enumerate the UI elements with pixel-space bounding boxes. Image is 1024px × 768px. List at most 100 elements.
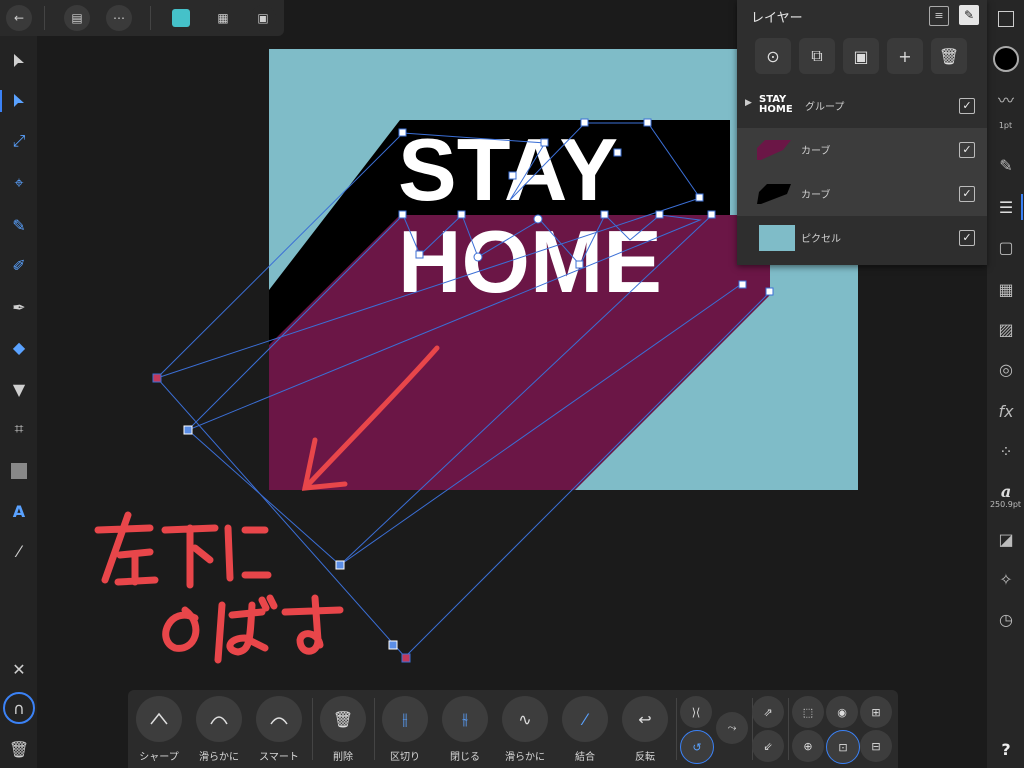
transparency-tool[interactable]: ▼ xyxy=(6,376,32,402)
styles-panel-button[interactable]: ▦ xyxy=(993,276,1019,302)
select-bounds-button[interactable]: ◉ xyxy=(826,696,858,728)
shape-tool[interactable] xyxy=(6,458,32,484)
shrink-selection-button[interactable]: ⊟ xyxy=(860,730,892,762)
pixel-persona-button[interactable]: ▦ xyxy=(210,5,236,31)
reverse-curve-button[interactable]: ↩ 反転 xyxy=(620,696,670,763)
crosshair-icon: ⊕ xyxy=(803,739,813,753)
transform-mode-button[interactable]: ↺ xyxy=(680,730,714,764)
fx-panel-button[interactable]: fx xyxy=(993,398,1019,424)
selected-node[interactable] xyxy=(401,653,411,663)
layers-panel-title: レイヤー xyxy=(751,11,803,26)
export-persona-button[interactable]: ▣ xyxy=(250,5,276,31)
join-curves-button[interactable]: ⁄ 結合 xyxy=(560,696,610,763)
grid-icon: ▦ xyxy=(998,279,1014,299)
layers-panel-button[interactable]: ☰ xyxy=(993,194,1019,220)
trash-icon: 🗑 xyxy=(332,709,354,729)
select-frame-button[interactable]: ⊡ xyxy=(826,730,860,764)
document-button[interactable]: ▤ xyxy=(64,5,90,31)
symbols-panel-button[interactable]: ⁘ xyxy=(993,438,1019,464)
navigator-panel-button[interactable]: ✧ xyxy=(993,566,1019,592)
smooth-button[interactable]: 滑らかに xyxy=(194,696,244,763)
vector-brush-tool[interactable]: ✒ xyxy=(6,294,32,320)
help-button[interactable]: ? xyxy=(993,736,1019,762)
mask-layer-button[interactable]: ▣ xyxy=(843,38,879,74)
layer-options-button[interactable]: ⊙ xyxy=(755,38,791,74)
mask-icon: ▣ xyxy=(853,46,869,66)
adjustments-panel-button[interactable]: ◎ xyxy=(993,356,1019,382)
layer-row-pixel[interactable]: ピクセル ✓ xyxy=(737,216,987,260)
pen-tool[interactable]: ✎ xyxy=(6,212,32,238)
add-layer-button[interactable]: + xyxy=(887,38,923,74)
reverse-icon: ↩ xyxy=(638,709,652,729)
close-curve-button[interactable]: ⫳ 閉じる xyxy=(440,696,490,763)
node-handle[interactable] xyxy=(183,425,193,435)
effects-panel-button[interactable]: ▢ xyxy=(993,234,1019,260)
pin-panel-button[interactable]: ✎ xyxy=(959,5,979,25)
cancel-button[interactable]: ✕ xyxy=(6,656,32,682)
back-button[interactable]: ← xyxy=(6,5,32,31)
alignment-mode-button[interactable]: ⤳ xyxy=(716,712,748,744)
snapping-button[interactable]: ∩ xyxy=(3,692,35,724)
close-label: 閉じる xyxy=(450,752,480,763)
node-handle[interactable] xyxy=(388,640,398,650)
node-handle[interactable] xyxy=(335,560,345,570)
color-picker-tool[interactable]: ⁄ xyxy=(6,538,32,564)
visibility-checkbox[interactable]: ✓ xyxy=(959,186,975,202)
smooth-label: 滑らかに xyxy=(199,752,239,763)
select-all-nodes-button[interactable]: ⬚ xyxy=(792,696,824,728)
break-curve-button[interactable]: ⫲ 区切り xyxy=(380,696,430,763)
layer-row-group[interactable]: ▶ STAY HOME グループ ✓ xyxy=(737,84,987,128)
layer-name: グループ xyxy=(805,102,845,113)
point-transform-tool[interactable]: ⤢ xyxy=(6,128,32,154)
layer-name: カーブ xyxy=(801,190,831,201)
smart-button[interactable]: スマート xyxy=(254,696,304,763)
layers-stack-icon: ⧉ xyxy=(811,46,823,65)
snap-mode-button[interactable]: ⟩⟨ xyxy=(680,696,712,728)
transform-panel-button[interactable]: ◪ xyxy=(993,526,1019,552)
selected-node[interactable] xyxy=(152,373,162,383)
visibility-checkbox[interactable]: ✓ xyxy=(959,230,975,246)
context-toolbar: シャープ 滑らかに スマート 🗑 削除 ⫲ 区切り ⫳ 閉じる ∿ 滑らかに ⁄… xyxy=(128,690,898,768)
pixel-grid-icon: ▦ xyxy=(217,11,229,25)
node-corner-mode-button[interactable]: ⇙ xyxy=(752,730,784,762)
text-tool[interactable]: A xyxy=(6,498,32,524)
select-center-button[interactable]: ⊕ xyxy=(792,730,824,762)
brushes-panel-button[interactable]: ✎ xyxy=(993,152,1019,178)
delete-button[interactable]: 🗑 xyxy=(6,736,32,762)
color-button[interactable] xyxy=(993,46,1019,72)
plus-icon: + xyxy=(898,46,912,66)
image-panel-button[interactable]: ▨ xyxy=(993,316,1019,342)
sharp-button[interactable]: シャープ xyxy=(134,696,184,763)
corner-tool[interactable]: ⌖ xyxy=(6,170,32,196)
join-label: 結合 xyxy=(575,752,595,763)
divider xyxy=(312,698,313,760)
sharp-node-icon xyxy=(150,712,168,725)
expand-selection-button[interactable]: ⊞ xyxy=(860,696,892,728)
add-group-button[interactable]: ⧉ xyxy=(799,38,835,74)
layer-row-curve[interactable]: カーブ ✓ xyxy=(737,128,987,172)
visibility-checkbox[interactable]: ✓ xyxy=(959,142,975,158)
sharp-label: シャープ xyxy=(139,752,179,763)
delete-layer-button[interactable]: 🗑 xyxy=(931,38,967,74)
fx-icon: fx xyxy=(998,401,1014,421)
visibility-checkbox[interactable]: ✓ xyxy=(959,98,975,114)
designer-persona-button[interactable] xyxy=(168,5,194,31)
delete-node-button[interactable]: 🗑 削除 xyxy=(318,696,368,763)
pencil-tool[interactable]: ✐ xyxy=(6,252,32,278)
stroke-button[interactable]: 〰 xyxy=(993,86,1019,112)
node-select-mode-button[interactable]: ⇗ xyxy=(752,696,784,728)
crop-tool[interactable]: ⌗ xyxy=(6,416,32,442)
text-style-icon: a xyxy=(1000,481,1012,501)
smooth-curve-button[interactable]: ∿ 滑らかに xyxy=(500,696,550,763)
panel-menu-button[interactable]: ≡ xyxy=(929,6,949,26)
fill-tool[interactable]: ◆ xyxy=(6,334,32,360)
menu-icon: ≡ xyxy=(934,9,944,22)
fullscreen-button[interactable] xyxy=(993,6,1019,32)
history-panel-button[interactable]: ◷ xyxy=(993,606,1019,632)
effects-icon: ▢ xyxy=(998,237,1014,257)
layer-row-curve[interactable]: カーブ ✓ xyxy=(737,172,987,216)
move-tool[interactable] xyxy=(6,48,32,74)
node-tool[interactable] xyxy=(6,88,32,114)
active-tool-indicator xyxy=(0,90,2,112)
more-button[interactable]: ⋯ xyxy=(106,5,132,31)
